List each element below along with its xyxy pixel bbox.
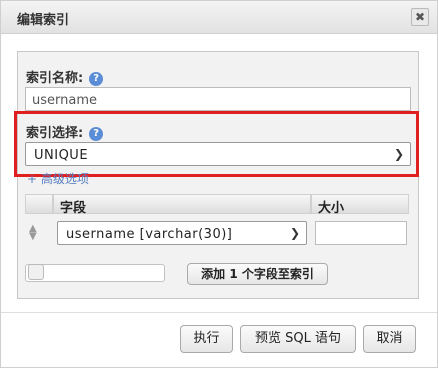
close-icon[interactable]: ✖: [411, 8, 429, 26]
index-name-label-text: 索引名称:: [26, 71, 84, 86]
cancel-button[interactable]: 取消: [363, 325, 416, 353]
index-name-value: username: [32, 93, 97, 108]
dialog-titlebar[interactable]: 编辑索引 ✖: [1, 1, 437, 34]
table-header-handle: [25, 194, 53, 214]
drag-handle-icon[interactable]: ▲ ▼: [29, 224, 37, 242]
field-header-text: 字段: [60, 201, 87, 216]
add-fields-button[interactable]: 添加 1 个字段至索引: [187, 263, 328, 285]
highlight-box: [14, 111, 419, 177]
size-input[interactable]: [315, 221, 407, 245]
help-icon[interactable]: ?: [89, 71, 104, 86]
index-name-input[interactable]: username: [25, 87, 411, 111]
table-header-size: 大小: [311, 194, 409, 216]
slider-handle[interactable]: [28, 264, 44, 280]
field-select[interactable]: username [varchar(30)] ❯: [57, 221, 307, 245]
column-count-slider[interactable]: [25, 264, 165, 282]
index-name-label: 索引名称:?: [26, 67, 104, 86]
footer-divider: [1, 312, 437, 313]
dialog-title: 编辑索引: [17, 13, 70, 28]
size-header-text: 大小: [318, 201, 345, 216]
field-select-value: username [varchar(30)]: [66, 227, 233, 242]
table-header-field: 字段: [53, 194, 311, 216]
edit-index-dialog: 编辑索引 ✖ 索引名称:? username 索引选择:? UNIQUE ❯ +…: [0, 0, 438, 368]
execute-button[interactable]: 执行: [180, 325, 233, 353]
advanced-options-link[interactable]: + 高级选项: [27, 170, 89, 187]
preview-sql-button[interactable]: 预览 SQL 语句: [240, 325, 356, 353]
chevron-down-icon: ❯: [289, 226, 300, 240]
